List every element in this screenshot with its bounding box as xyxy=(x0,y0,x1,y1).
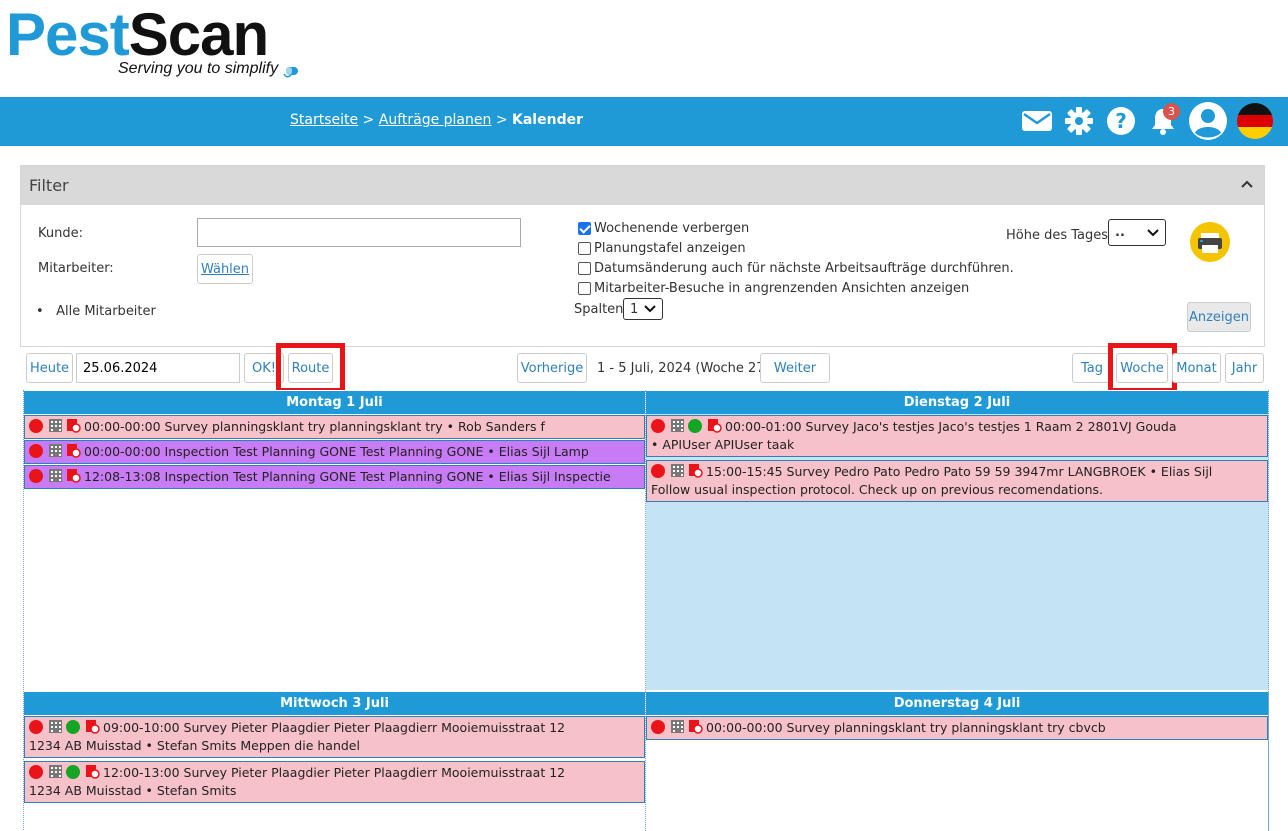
linked-document-icon xyxy=(86,765,100,779)
all-employees-item: • Alle Mitarbeiter xyxy=(36,304,156,319)
day-header: Montag 1 Juli xyxy=(24,390,645,414)
status-green-dot-icon xyxy=(66,765,80,779)
logo-pill-icon xyxy=(283,67,298,78)
customer-input[interactable] xyxy=(197,218,521,247)
date-input[interactable] xyxy=(76,353,240,383)
mail-icon[interactable] xyxy=(1020,104,1054,138)
status-green-dot-icon xyxy=(66,720,80,734)
day-height-select[interactable]: .. xyxy=(1108,219,1166,246)
show-planning-board-checkbox[interactable]: Planungstafel anzeigen xyxy=(578,241,746,256)
route-highlight-box xyxy=(276,343,345,393)
logo-tagline: Serving you to simplify xyxy=(118,60,279,77)
day-cell-tuesday[interactable]: Dienstag 2 Juli 00:00-01:00 Survey Jaco'… xyxy=(646,390,1269,690)
today-button[interactable]: Heute xyxy=(26,353,73,383)
chevron-down-icon xyxy=(1147,228,1159,236)
day-header: Mittwoch 3 Juli xyxy=(24,691,645,715)
calendar-event[interactable]: 09:00-10:00 Survey Pieter Plaagdier Piet… xyxy=(24,716,645,758)
status-red-dot-icon xyxy=(651,464,665,478)
linked-document-icon xyxy=(67,444,81,458)
calendar-event[interactable]: 00:00-00:00 Survey planningsklant try pl… xyxy=(646,716,1268,740)
building-icon xyxy=(671,720,684,733)
employee-label: Mitarbeiter: xyxy=(38,261,114,276)
building-icon xyxy=(671,419,684,432)
choose-employee-button[interactable]: Wählen xyxy=(197,254,253,284)
calendar-event[interactable]: 00:00-00:00 Survey planningsklant try pl… xyxy=(24,415,645,439)
status-red-dot-icon xyxy=(29,765,43,779)
customer-label: Kunde: xyxy=(38,226,83,241)
breadcrumb-home-link[interactable]: Startseite xyxy=(290,112,358,128)
calendar-event[interactable]: 15:00-15:45 Survey Pedro Pato Pedro Pato… xyxy=(646,460,1268,502)
breadcrumb: Startseite > Aufträge planen > Kalender xyxy=(290,112,583,128)
help-icon[interactable]: ? xyxy=(1104,104,1138,138)
calendar-event[interactable]: 00:00-01:00 Survey Jaco's testjes Jaco's… xyxy=(646,415,1268,457)
status-red-dot-icon xyxy=(651,419,665,433)
calendar-event[interactable]: 00:00-00:00 Inspection Test Planning GON… xyxy=(24,440,645,464)
pestscan-logo: PestScan Serving you to simplify xyxy=(6,2,306,87)
breadcrumb-current: Kalender xyxy=(512,112,583,128)
chevron-down-icon xyxy=(644,305,656,313)
day-cell-monday[interactable]: Montag 1 Juli 00:00-00:00 Survey plannin… xyxy=(24,390,646,690)
date-change-next-orders-checkbox[interactable]: Datumsänderung auch für nächste Arbeitsa… xyxy=(578,261,1014,276)
previous-button[interactable]: Vorherige xyxy=(517,353,587,383)
day-view-button[interactable]: Tag xyxy=(1072,353,1112,383)
columns-label: Spalten xyxy=(574,302,624,317)
logo-wordmark: PestScan xyxy=(6,1,269,68)
next-button[interactable]: Weiter xyxy=(760,353,830,383)
status-green-dot-icon xyxy=(688,419,702,433)
building-icon xyxy=(49,720,62,733)
columns-select[interactable]: 1 xyxy=(623,298,663,320)
gear-icon[interactable] xyxy=(1062,104,1096,138)
german-flag-icon[interactable] xyxy=(1236,102,1274,140)
linked-document-icon xyxy=(67,419,81,433)
status-red-dot-icon xyxy=(651,720,665,734)
day-header: Donnerstag 4 Juli xyxy=(646,691,1268,715)
linked-document-icon xyxy=(708,419,722,433)
building-icon xyxy=(49,419,62,432)
building-icon xyxy=(49,444,62,457)
filter-title: Filter xyxy=(29,176,69,195)
linked-document-icon xyxy=(67,469,81,483)
calendar-event[interactable]: 12:08-13:08 Inspection Test Planning GON… xyxy=(24,465,645,489)
week-highlight-box xyxy=(1108,343,1177,393)
status-red-dot-icon xyxy=(29,419,43,433)
building-icon xyxy=(49,469,62,482)
day-header: Dienstag 2 Juli xyxy=(646,390,1268,414)
breadcrumb-plan-link[interactable]: Aufträge planen xyxy=(379,112,492,128)
status-red-dot-icon xyxy=(29,720,43,734)
show-adjacent-visits-checkbox[interactable]: Mitarbeiter-Besuche in angrenzenden Ansi… xyxy=(578,281,969,296)
week-calendar: Montag 1 Juli 00:00-00:00 Survey plannin… xyxy=(23,390,1269,831)
status-red-dot-icon xyxy=(29,469,43,483)
user-avatar-icon[interactable] xyxy=(1188,101,1228,141)
top-navigation-bar: Startseite > Aufträge planen > Kalender … xyxy=(0,97,1288,146)
filter-panel: Filter Kunde: Mitarbeiter: Wählen • Alle… xyxy=(20,165,1265,347)
day-cell-wednesday[interactable]: Mittwoch 3 Juli 09:00-10:00 Survey Piete… xyxy=(24,691,646,831)
day-height-label: Höhe des Tages: xyxy=(1006,228,1113,243)
chevron-up-icon[interactable] xyxy=(1240,177,1254,191)
svg-text:?: ? xyxy=(1115,109,1127,133)
linked-document-icon xyxy=(689,720,703,734)
building-icon xyxy=(671,464,684,477)
printer-icon[interactable] xyxy=(1189,221,1231,267)
day-cell-thursday[interactable]: Donnerstag 4 Juli 00:00-00:00 Survey pla… xyxy=(646,691,1269,831)
calendar-event[interactable]: 12:00-13:00 Survey Pieter Plaagdier Piet… xyxy=(24,761,645,803)
checkbox-checked[interactable] xyxy=(578,222,591,235)
show-button[interactable]: Anzeigen xyxy=(1187,302,1251,332)
date-range-label: 1 - 5 Juli, 2024 (Woche 27) xyxy=(597,361,770,376)
linked-document-icon xyxy=(689,464,703,478)
notification-count-badge: 3 xyxy=(1163,103,1180,120)
bell-icon[interactable]: 3 xyxy=(1146,103,1180,138)
hide-weekend-checkbox[interactable]: Wochenende verbergen xyxy=(578,221,749,236)
year-view-button[interactable]: Jahr xyxy=(1225,353,1264,383)
building-icon xyxy=(49,765,62,778)
status-red-dot-icon xyxy=(29,444,43,458)
linked-document-icon xyxy=(86,720,100,734)
month-view-button[interactable]: Monat xyxy=(1172,353,1221,383)
filter-header[interactable]: Filter xyxy=(21,166,1264,205)
